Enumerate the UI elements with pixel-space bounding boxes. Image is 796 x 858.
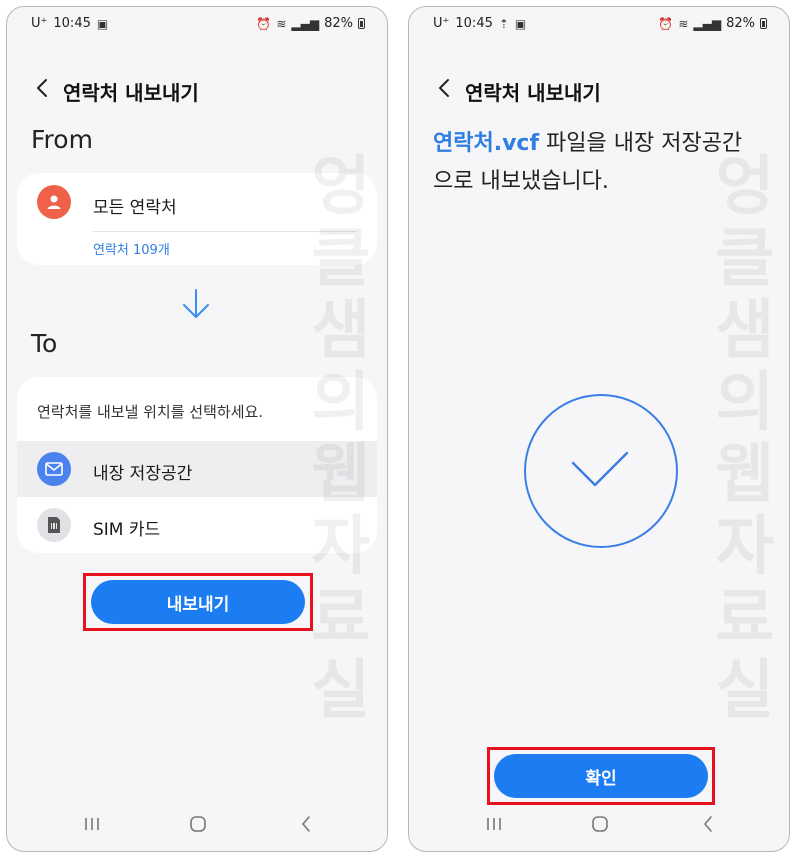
recent-apps-icon	[487, 818, 501, 830]
chevron-left-icon	[301, 816, 310, 832]
page-title: 연락처 내보내기	[63, 81, 199, 105]
option-label: 내장 저장공간	[93, 464, 193, 484]
wifi-icon: ≋	[276, 16, 287, 31]
signal-icon: ▂▄▆	[291, 16, 320, 31]
time-label: 10:45	[53, 16, 91, 31]
recent-apps-icon	[85, 818, 99, 830]
to-label: To	[31, 329, 58, 358]
source-card[interactable]: 모든 연락처 연락처 109개	[17, 173, 377, 265]
confirm-button[interactable]: 확인	[494, 754, 708, 798]
gallery-icon: ▣	[96, 16, 109, 31]
gallery-icon: ▣	[514, 16, 527, 31]
chevron-left-icon	[703, 816, 712, 832]
phone-screen-left: U⁺ 10:45 ▣ ⏰ ≋ ▂▄▆ 82% 연락처 내보내기 From 모든 …	[6, 6, 388, 852]
option-sim-card[interactable]: SIM 카드	[17, 497, 377, 553]
source-label: 모든 연락처	[93, 198, 177, 218]
home-button[interactable]	[181, 807, 215, 841]
battery-icon	[358, 18, 365, 29]
recent-apps-button[interactable]	[477, 807, 511, 841]
app-bar: 연락처 내보내기	[409, 69, 789, 109]
export-button[interactable]: 내보내기	[91, 580, 305, 624]
app-bar: 연락처 내보내기	[7, 69, 387, 109]
navigation-bar	[7, 795, 387, 851]
upload-icon: ⇡	[498, 16, 509, 31]
chevron-left-icon	[37, 79, 47, 97]
carrier-label: U⁺	[31, 16, 48, 31]
target-card: 연락처를 내보낼 위치를 선택하세요. 내장 저장공간 SIM 카드	[17, 377, 377, 553]
back-button[interactable]	[29, 73, 55, 103]
person-icon	[37, 185, 71, 219]
nav-back-button[interactable]	[289, 807, 323, 841]
watermark: 엉클샘의웹자료실	[715, 150, 775, 728]
carrier-label: U⁺	[433, 16, 450, 31]
alarm-icon: ⏰	[256, 16, 272, 31]
home-icon	[592, 816, 608, 832]
signal-icon: ▂▄▆	[693, 16, 722, 31]
arrow-down-icon	[183, 289, 209, 318]
option-internal-storage[interactable]: 내장 저장공간	[17, 441, 377, 497]
option-label: SIM 카드	[93, 520, 161, 540]
page-title: 연락처 내보내기	[465, 81, 601, 105]
back-button[interactable]	[431, 73, 457, 103]
home-icon	[190, 816, 206, 832]
checkmark-circle-icon	[524, 394, 678, 548]
battery-percent: 82%	[726, 16, 755, 31]
divider	[93, 231, 357, 232]
from-label: From	[31, 125, 93, 154]
navigation-bar	[409, 795, 789, 851]
alarm-icon: ⏰	[658, 16, 674, 31]
status-bar: U⁺ 10:45 ▣ ⏰ ≋ ▂▄▆ 82%	[7, 7, 387, 41]
phone-screen-right: U⁺ 10:45 ⇡ ▣ ⏰ ≋ ▂▄▆ 82% 연락처 내보내기 연락처.vc…	[408, 6, 790, 852]
status-bar: U⁺ 10:45 ⇡ ▣ ⏰ ≋ ▂▄▆ 82%	[409, 7, 789, 41]
chevron-left-icon	[439, 79, 449, 97]
nav-back-button[interactable]	[691, 807, 725, 841]
time-label: 10:45	[455, 16, 493, 31]
contact-count: 연락처 109개	[93, 243, 170, 258]
home-button[interactable]	[583, 807, 617, 841]
battery-percent: 82%	[324, 16, 353, 31]
recent-apps-button[interactable]	[75, 807, 109, 841]
sim-card-icon	[37, 508, 71, 542]
mail-icon	[37, 452, 71, 486]
battery-icon	[760, 18, 767, 29]
instruction-text: 연락처를 내보낼 위치를 선택하세요.	[37, 403, 264, 421]
file-name: 연락처.vcf	[433, 131, 540, 156]
result-message: 연락처.vcf 파일을 내장 저장공간으로 내보냈습니다.	[433, 125, 753, 201]
wifi-icon: ≋	[678, 16, 689, 31]
